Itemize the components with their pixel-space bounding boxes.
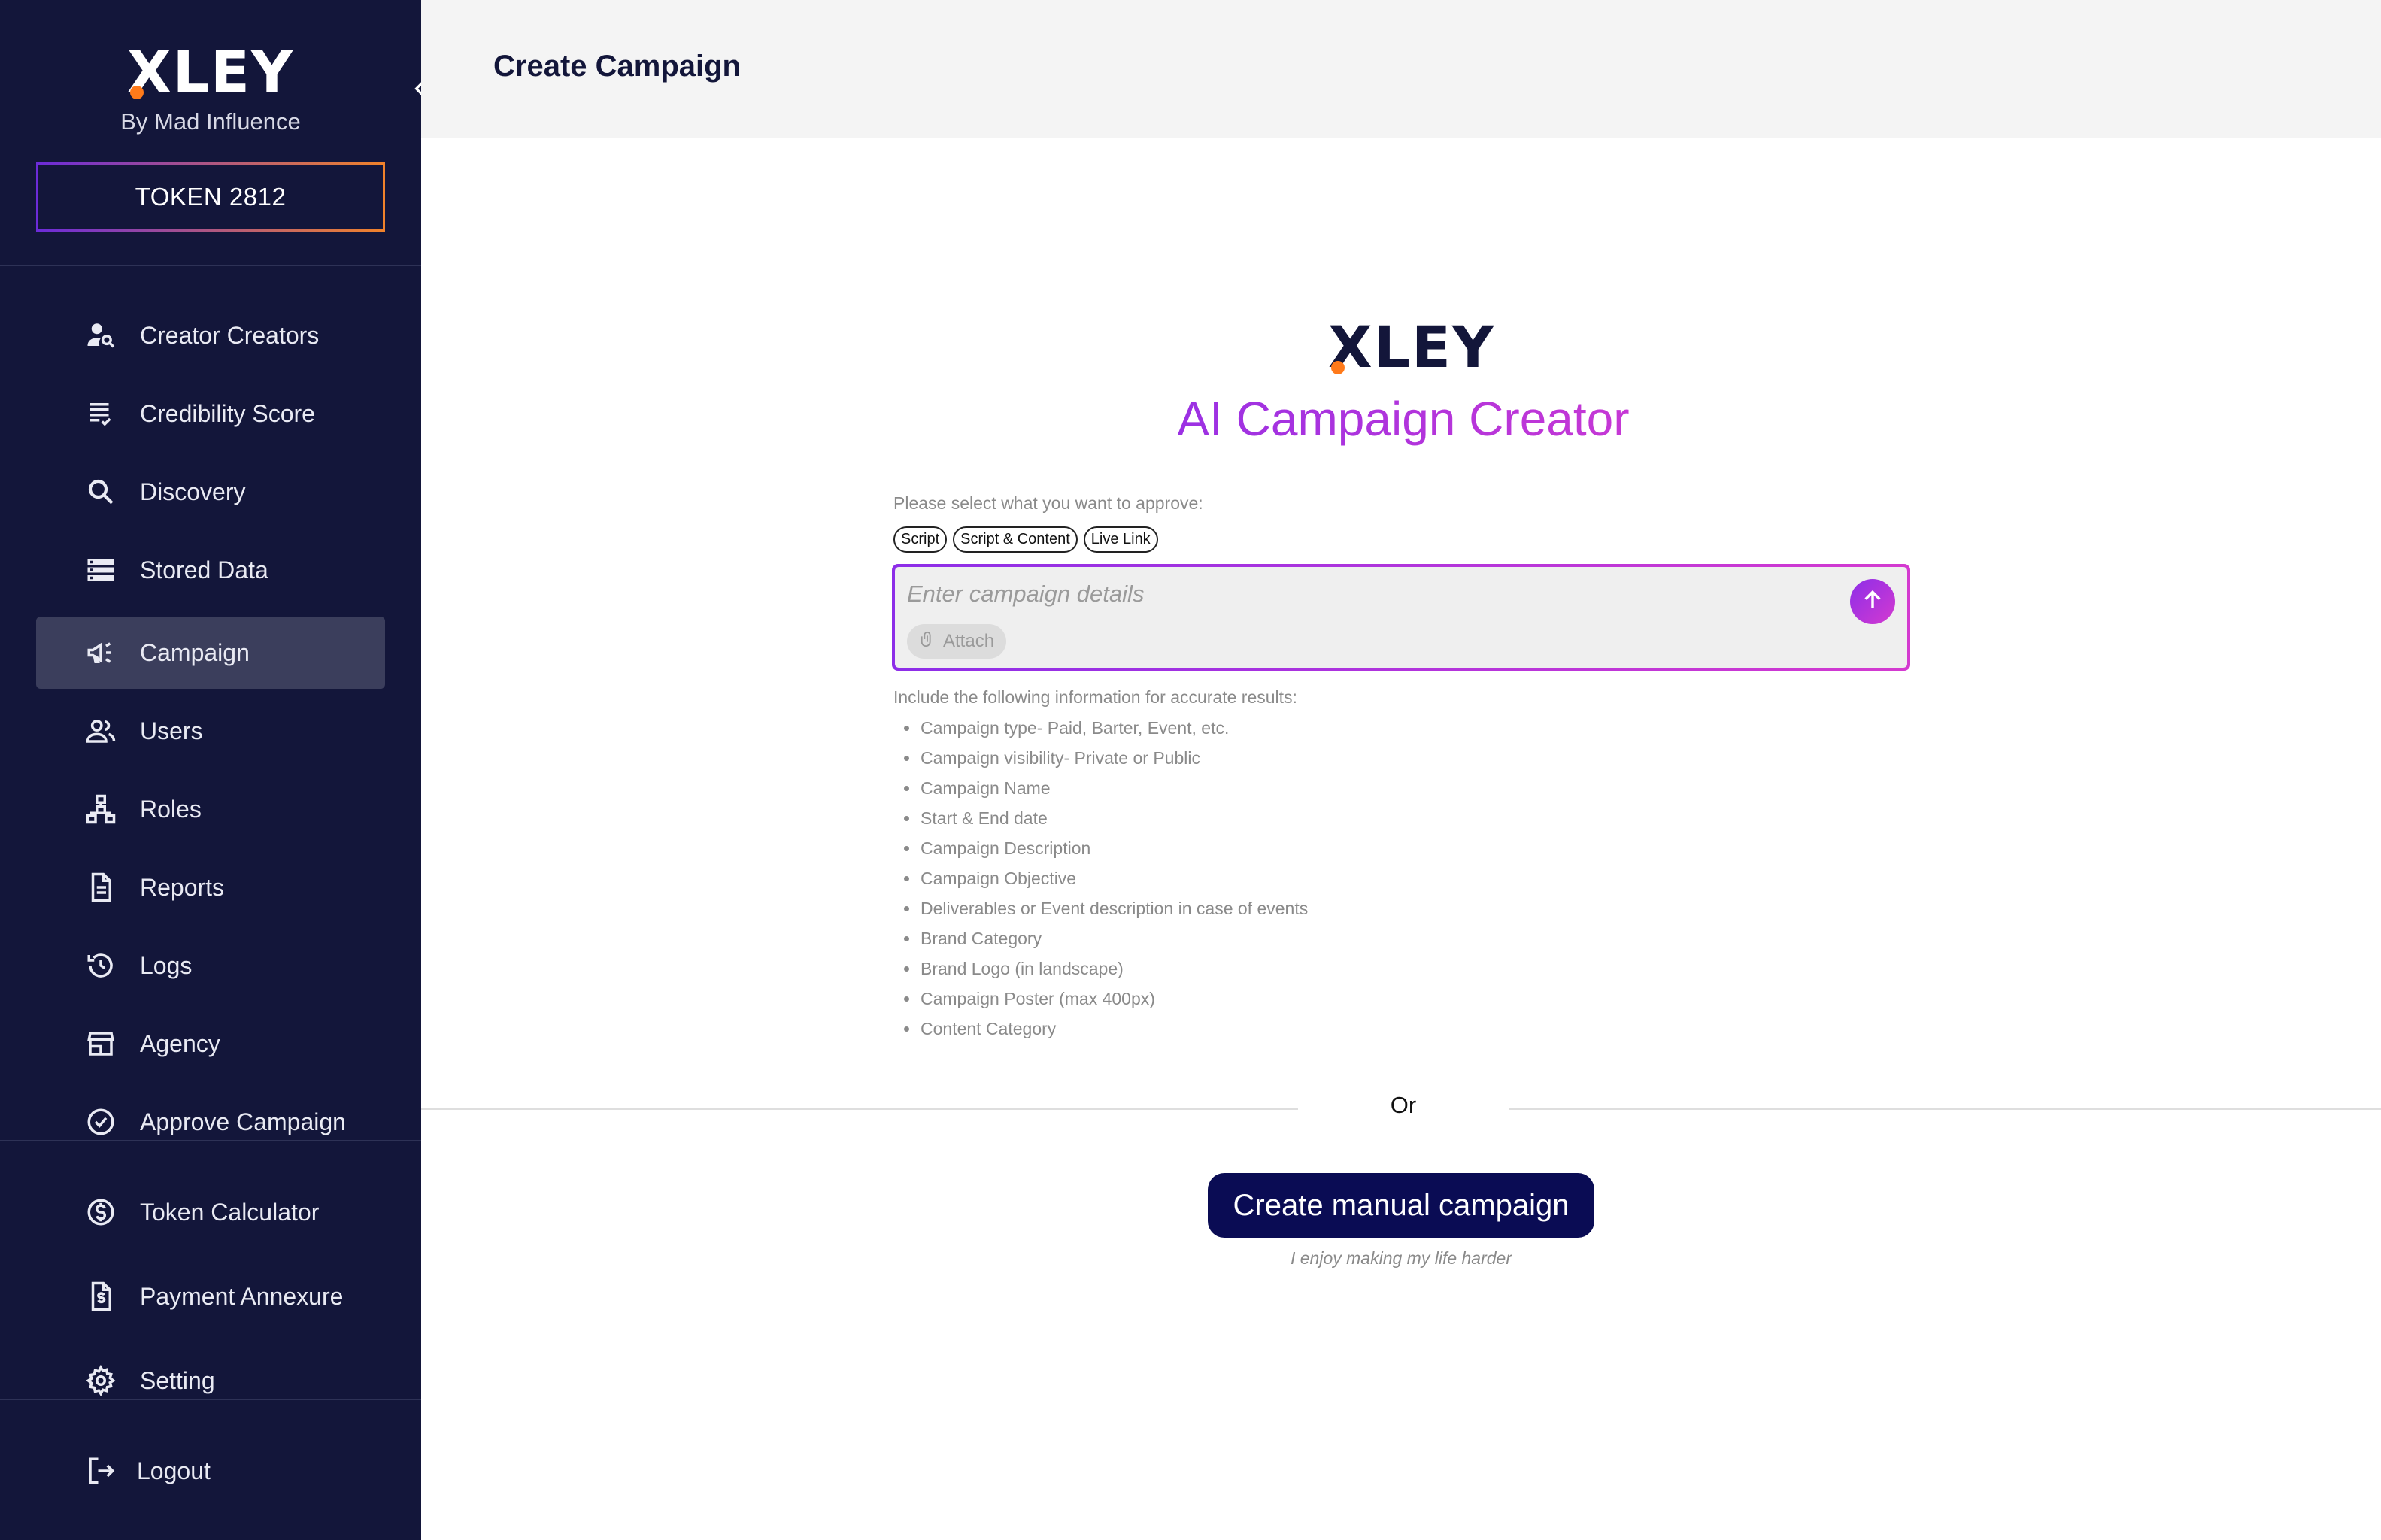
sidebar-item-label: Setting	[140, 1366, 215, 1394]
sidebar-item-reports[interactable]: Reports	[36, 851, 385, 923]
sidebar-item-label: Creator Creators	[140, 321, 320, 349]
brand: XLEY By Mad Influence	[0, 41, 421, 135]
sidebar-item-label: Roles	[140, 795, 202, 823]
sidebar-item-approve-campaign[interactable]: Approve Campaign	[36, 1086, 385, 1158]
sidebar-item-label: Token Calculator	[140, 1198, 320, 1226]
list-item: Campaign Objective	[893, 865, 1308, 895]
invoice-icon	[84, 1280, 117, 1313]
arrow-up-icon	[1861, 588, 1885, 616]
create-manual-campaign-button[interactable]: Create manual campaign	[1208, 1173, 1594, 1238]
center-logo-text: XLEY	[1328, 314, 1495, 380]
document-icon	[84, 871, 117, 904]
sidebar-item-agency[interactable]: Agency	[36, 1008, 385, 1080]
sidebar-item-users[interactable]: Users	[36, 695, 385, 767]
input-placeholder: Enter campaign details	[907, 581, 1145, 607]
or-divider-left	[421, 1108, 1298, 1110]
chip-live-link[interactable]: Live Link	[1083, 526, 1158, 553]
sidebar-item-campaign[interactable]: Campaign	[36, 617, 385, 689]
list-item: Start & End date	[893, 805, 1308, 835]
list-item: Campaign type- Paid, Barter, Event, etc.	[893, 714, 1308, 744]
sidebar-item-creator-creators[interactable]: Creator Creators	[36, 299, 385, 371]
sidebar-item-payment-annexure[interactable]: Payment Annexure	[36, 1260, 385, 1332]
manual-campaign-caption: I enjoy making my life harder	[1290, 1248, 1512, 1268]
attach-button[interactable]: Attach	[907, 624, 1007, 659]
or-divider-text: Or	[1390, 1092, 1417, 1118]
list-item: Brand Logo (in landscape)	[893, 955, 1308, 985]
sidebar-item-label: Credibility Score	[140, 399, 315, 427]
sidebar-item-discovery[interactable]: Discovery	[36, 456, 385, 528]
sidebar-item-stored-data[interactable]: Stored Data	[36, 534, 385, 606]
list-item: Campaign visibility- Private or Public	[893, 744, 1308, 775]
sidebar-item-logs[interactable]: Logs	[36, 929, 385, 1002]
brand-logo-text: XLEY	[127, 38, 294, 105]
campaign-details-input[interactable]: Enter campaign details Attach	[892, 564, 1910, 671]
logout-button[interactable]: Logout	[36, 1435, 385, 1507]
campaign-details-field[interactable]: Enter campaign details Attach	[895, 567, 1907, 668]
gear-icon	[84, 1364, 117, 1397]
megaphone-icon	[84, 636, 117, 669]
sidebar: XLEY By Mad Influence TOKEN 2812 Creator…	[0, 0, 421, 1540]
person-search-icon	[84, 319, 117, 352]
list-item: Campaign Description	[893, 835, 1308, 865]
paperclip-icon	[919, 631, 936, 653]
list-item: Brand Category	[893, 925, 1308, 955]
include-info-list: Campaign type- Paid, Barter, Event, etc.…	[893, 714, 1308, 1045]
sidebar-item-setting[interactable]: Setting	[36, 1344, 385, 1417]
list-item: Campaign Poster (max 400px)	[893, 985, 1308, 1015]
storage-icon	[84, 553, 117, 587]
list-item: Deliverables or Event description in cas…	[893, 895, 1308, 925]
include-info-label: Include the following information for ac…	[893, 687, 1297, 707]
send-button[interactable]	[1850, 579, 1895, 624]
page-title: Create Campaign	[493, 50, 741, 83]
or-divider-right	[1509, 1108, 2381, 1110]
brand-logo-dot	[130, 86, 144, 99]
token-balance[interactable]: TOKEN 2812	[36, 162, 385, 232]
list-item: Content Category	[893, 1015, 1308, 1045]
logout-icon	[84, 1454, 117, 1487]
sidebar-item-label: Users	[140, 717, 203, 744]
sidebar-item-label: Payment Annexure	[140, 1282, 344, 1310]
sidebar-item-label: Campaign	[140, 638, 250, 666]
brand-subtitle: By Mad Influence	[120, 108, 301, 135]
dollar-circle-icon	[84, 1196, 117, 1229]
sidebar-item-label: Discovery	[140, 477, 246, 505]
sidebar-item-credibility-score[interactable]: Credibility Score	[36, 377, 385, 450]
ai-campaign-creator-title: AI Campaign Creator	[1027, 391, 1779, 447]
center-logo: XLEY	[1328, 316, 1495, 379]
chip-script[interactable]: Script	[893, 526, 948, 553]
approve-options: Script Script & Content Live Link	[893, 526, 1158, 553]
check-circle-icon	[84, 1105, 117, 1138]
attach-label: Attach	[943, 631, 995, 651]
sidebar-item-label: Logs	[140, 951, 193, 979]
sidebar-item-label: Approve Campaign	[140, 1108, 346, 1135]
sidebar-item-label: Stored Data	[140, 556, 268, 584]
history-icon	[84, 949, 117, 982]
hierarchy-icon	[84, 793, 117, 826]
sidebar-item-token-calculator[interactable]: Token Calculator	[36, 1176, 385, 1248]
brand-logo: XLEY	[127, 41, 294, 104]
chip-script-content[interactable]: Script & Content	[953, 526, 1078, 553]
sidebar-divider	[0, 1140, 421, 1141]
approve-select-label: Please select what you want to approve:	[893, 493, 1203, 513]
users-icon	[84, 714, 117, 747]
checklist-icon	[84, 397, 117, 430]
logout-label: Logout	[137, 1457, 211, 1484]
sidebar-divider	[0, 265, 421, 266]
center-logo-dot	[1331, 361, 1345, 374]
sidebar-item-label: Reports	[140, 873, 225, 901]
storefront-icon	[84, 1027, 117, 1060]
search-icon	[84, 475, 117, 508]
sidebar-item-roles[interactable]: Roles	[36, 773, 385, 845]
sidebar-divider	[0, 1399, 421, 1400]
top-bar: Create Campaign	[421, 0, 2381, 138]
sidebar-item-label: Agency	[140, 1029, 220, 1057]
list-item: Campaign Name	[893, 775, 1308, 805]
